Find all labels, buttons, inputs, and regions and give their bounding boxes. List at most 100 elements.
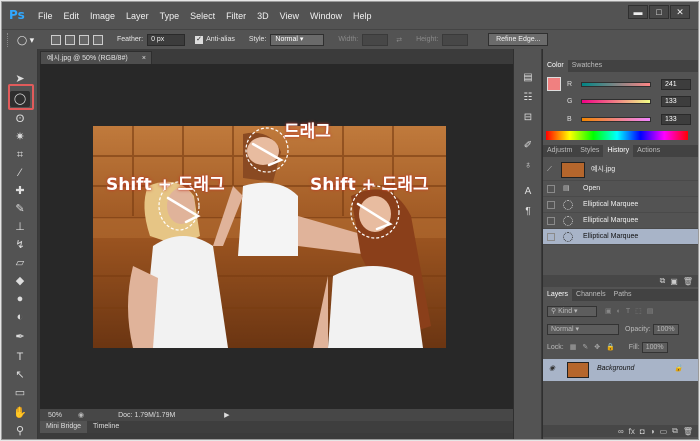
menu-filter[interactable]: Filter: [226, 11, 246, 21]
red-slider[interactable]: [581, 81, 651, 87]
menu-window[interactable]: Window: [310, 11, 342, 21]
layer-filter-icons[interactable]: ▣◐T⬚▤: [605, 307, 658, 315]
lasso-tool-icon[interactable]: ʘ: [10, 111, 30, 127]
history-brush-tool-icon[interactable]: ↯: [10, 237, 30, 253]
foreground-color-swatch[interactable]: [547, 77, 561, 91]
menu-type[interactable]: Type: [160, 11, 180, 21]
tab-swatches[interactable]: Swatches: [568, 60, 606, 72]
menu-edit[interactable]: Edit: [64, 11, 80, 21]
eraser-tool-icon[interactable]: ▱: [10, 255, 30, 271]
subtract-selection-icon[interactable]: [79, 34, 89, 45]
rectangle-tool-icon[interactable]: ▭: [10, 385, 30, 401]
layer-row-background[interactable]: ◉ Background 🔒: [543, 359, 698, 381]
tab-timeline[interactable]: Timeline: [87, 421, 125, 433]
options-grip[interactable]: [7, 32, 11, 47]
history-item[interactable]: Elliptical Marquee: [543, 197, 698, 213]
minimize-icon[interactable]: ▬: [628, 5, 648, 19]
red-value[interactable]: 241: [661, 78, 691, 90]
add-mask-icon[interactable]: ◘: [640, 427, 645, 436]
clone-stamp-tool-icon[interactable]: ⊥: [10, 219, 30, 235]
history-item[interactable]: ▤ Open: [543, 181, 698, 197]
blue-value[interactable]: 133: [661, 113, 691, 125]
new-document-from-state-icon[interactable]: ⧉: [660, 276, 666, 286]
blend-mode-select[interactable]: Normal ▾: [547, 323, 619, 335]
tab-paths[interactable]: Paths: [610, 289, 636, 301]
feather-input[interactable]: 0 px: [147, 33, 186, 46]
clone-source-panel-icon[interactable]: ♁: [521, 159, 535, 173]
tab-styles[interactable]: Styles: [576, 145, 603, 157]
color-spectrum[interactable]: [546, 131, 688, 140]
path-selection-tool-icon[interactable]: ↖: [10, 367, 30, 383]
new-selection-icon[interactable]: [51, 34, 61, 45]
zoom-level[interactable]: 50%: [48, 412, 78, 419]
antialias-checkbox[interactable]: ✓: [195, 35, 204, 44]
delete-layer-icon[interactable]: 🗑: [683, 427, 693, 436]
menu-3d[interactable]: 3D: [257, 11, 269, 21]
menu-view[interactable]: View: [280, 11, 299, 21]
tab-adjustments[interactable]: Adjustm: [543, 145, 576, 157]
status-menu-arrow-icon[interactable]: ▶: [224, 411, 229, 419]
style-select[interactable]: Normal ▾: [270, 33, 325, 46]
eyedropper-tool-icon[interactable]: ⁄: [10, 165, 30, 181]
green-value[interactable]: 133: [661, 95, 691, 107]
properties-panel-icon[interactable]: ☷: [521, 91, 535, 105]
type-tool-icon[interactable]: T: [10, 349, 30, 365]
delete-state-icon[interactable]: 🗑: [683, 277, 693, 286]
menu-select[interactable]: Select: [190, 11, 215, 21]
hand-tool-icon[interactable]: ✋: [10, 405, 30, 421]
opacity-input[interactable]: 100%: [652, 323, 679, 335]
history-brush-source-icon[interactable]: ⟋: [547, 159, 552, 181]
layer-name[interactable]: Background: [597, 365, 634, 372]
crop-tool-icon[interactable]: ⌗: [10, 147, 30, 163]
refine-edge-button[interactable]: Refine Edge...: [488, 33, 549, 46]
gradient-tool-icon[interactable]: ◆: [10, 273, 30, 289]
tab-layers[interactable]: Layers: [543, 289, 573, 301]
maximize-icon[interactable]: □: [649, 5, 669, 19]
visibility-eye-icon[interactable]: ◉: [549, 364, 555, 372]
zoom-tool-icon[interactable]: ⚲: [10, 423, 30, 439]
quick-selection-tool-icon[interactable]: ✷: [10, 129, 30, 145]
tab-mini-bridge[interactable]: Mini Bridge: [40, 421, 88, 433]
new-group-icon[interactable]: ▭: [660, 427, 668, 436]
blur-tool-icon[interactable]: ●: [10, 291, 30, 307]
lock-icons[interactable]: ▦✎✥🔒: [570, 343, 621, 351]
brush-panel-icon[interactable]: ✐: [521, 139, 535, 153]
tab-history[interactable]: History: [603, 145, 634, 157]
new-layer-icon[interactable]: ⧉: [672, 426, 678, 436]
menu-layer[interactable]: Layer: [126, 11, 149, 21]
history-item[interactable]: Elliptical Marquee: [543, 213, 698, 229]
history-source-box[interactable]: [547, 201, 555, 209]
width-input[interactable]: [362, 33, 389, 46]
document-tab[interactable]: 예시.jpg @ 50% (RGB/8#) ×: [40, 51, 152, 64]
doc-info[interactable]: Doc: 1.79M/1.79M: [118, 412, 214, 419]
paragraph-panel-icon[interactable]: ¶: [521, 205, 535, 219]
blue-slider-row[interactable]: B 133: [567, 113, 697, 125]
green-slider-row[interactable]: G 133: [567, 95, 697, 107]
green-slider[interactable]: [581, 98, 651, 104]
menu-file[interactable]: File: [38, 11, 53, 21]
status-info-icon[interactable]: ◉: [78, 411, 84, 419]
layer-kind-filter[interactable]: ⚲ Kind ▾: [547, 305, 597, 317]
link-layers-icon[interactable]: ∞: [618, 427, 624, 436]
dodge-tool-icon[interactable]: ◐: [10, 309, 30, 325]
height-input[interactable]: [442, 33, 469, 46]
history-item-selected[interactable]: Elliptical Marquee: [543, 229, 698, 245]
canvas-area[interactable]: [40, 64, 513, 409]
history-source-box[interactable]: [547, 217, 555, 225]
history-panel-icon[interactable]: ▤: [521, 71, 535, 85]
history-source-box[interactable]: [547, 233, 555, 241]
blue-slider[interactable]: [581, 116, 651, 122]
adjustment-layer-icon[interactable]: ◑: [650, 427, 655, 436]
red-slider-row[interactable]: R 241: [567, 78, 697, 90]
brush-tool-icon[interactable]: ✎: [10, 201, 30, 217]
healing-brush-tool-icon[interactable]: ✚: [10, 183, 30, 199]
menu-help[interactable]: Help: [353, 11, 372, 21]
swap-icon[interactable]: ⇄: [396, 36, 402, 44]
history-source-box[interactable]: [547, 185, 555, 193]
tab-actions[interactable]: Actions: [633, 145, 664, 157]
fill-input[interactable]: 100%: [641, 341, 668, 353]
sauna-photo[interactable]: [93, 126, 446, 348]
history-snapshot[interactable]: ⟋ 예시.jpg: [543, 159, 698, 181]
new-snapshot-icon[interactable]: ▣: [670, 277, 678, 286]
layer-style-icon[interactable]: fx: [629, 427, 635, 436]
